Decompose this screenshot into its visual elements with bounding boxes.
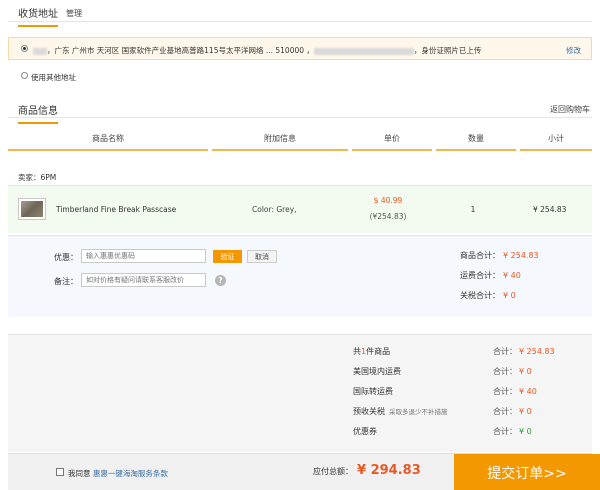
back-to-cart-link[interactable]: 返回购物车 xyxy=(550,104,590,115)
pay-total: 应付总额： ¥ 294.83 xyxy=(313,463,421,478)
prepaid-tax-label: 预收关税 采取多退少不补措施 xyxy=(353,407,448,416)
product-thumbnail[interactable] xyxy=(18,198,46,220)
order-footer: 我同意 惠惠一键海淘服务条款 应付总额： ¥ 294.83 提交订单>> xyxy=(8,453,600,490)
coupon-input[interactable] xyxy=(81,249,206,263)
redacted-name xyxy=(33,47,47,55)
tax-total-line: 关税合计： ¥ 0 xyxy=(460,291,516,300)
product-extra: Color: Grey, xyxy=(252,205,297,214)
col-extra-info: 附加信息 xyxy=(212,133,348,151)
col-quantity: 数量 xyxy=(436,133,516,151)
sum-prepaid-tax: 合计： ¥ 0 xyxy=(493,407,532,416)
sum-intl-shipping: 合计： ¥ 40 xyxy=(493,387,537,396)
address-title: 收货地址 xyxy=(18,5,58,27)
item-count: 共1件商品 xyxy=(353,347,391,356)
remark-label: 备注： xyxy=(54,277,78,286)
address-radio-selected[interactable] xyxy=(21,45,28,52)
product-name[interactable]: Timberland Fine Break Passcase xyxy=(56,205,176,214)
product-price-cny: (¥254.83) xyxy=(369,212,407,221)
product-quantity: 1 xyxy=(470,205,476,214)
selected-address[interactable]: ，广东 广州市 天河区 国家软件产业基地高普路115号太平洋网络 ... 510… xyxy=(8,37,592,60)
address-radio-other[interactable] xyxy=(21,72,28,79)
goods-total-line: 商品合计： ¥ 254.83 xyxy=(460,251,539,260)
other-address-label: 使用其他地址 xyxy=(31,73,76,82)
address-edit-link[interactable]: 修改 xyxy=(566,45,581,56)
verify-button[interactable]: 验证 xyxy=(213,250,242,263)
table-row: Timberland Fine Break Passcase Color: Gr… xyxy=(8,185,592,233)
col-goods-name: 商品名称 xyxy=(8,133,208,151)
seller-label: 卖家：6PM xyxy=(18,173,57,182)
agree-text: 我同意 惠惠一键海淘服务条款 xyxy=(68,469,168,478)
sum-us-shipping: 合计： ¥ 0 xyxy=(493,367,532,376)
help-icon[interactable]: ? xyxy=(215,275,226,286)
goods-table-header: 商品名称 附加信息 单价 数量 小计 xyxy=(8,133,592,151)
coupon-remark-panel: 优惠： 验证 取消 备注： ? 商品合计：¥ 254.83 运费合计：¥ 40 … xyxy=(8,235,592,317)
address-section-header: 收货地址 管理 xyxy=(8,0,592,27)
remark-input[interactable] xyxy=(81,273,206,287)
order-totals-panel: 共1件商品 合计： ¥ 254.83 美国境内运费 合计： ¥ 0 国际转运费 合计… xyxy=(8,334,592,452)
col-unit-price: 单价 xyxy=(352,133,432,151)
address-text: ，广东 广州市 天河区 国家软件产业基地高普路115号太平洋网络 ... 510… xyxy=(33,45,481,56)
redacted-phone xyxy=(313,47,414,55)
coupon-total-label: 优惠券 xyxy=(353,427,377,436)
product-subtotal: ¥ 254.83 xyxy=(533,205,567,214)
address-manage-link[interactable]: 管理 xyxy=(66,8,82,19)
product-price-usd: $ 40.99 xyxy=(373,196,403,205)
shipping-total-line: 运费合计： ¥ 40 xyxy=(460,271,521,280)
goods-section-header: 商品信息 返回购物车 xyxy=(8,96,592,124)
sum-coupon: 合计： ¥ 0 xyxy=(493,427,532,436)
col-subtotal: 小计 xyxy=(520,133,592,151)
submit-order-button[interactable]: 提交订单>> xyxy=(454,454,600,490)
us-shipping-label: 美国境内运费 xyxy=(353,367,401,376)
terms-link[interactable]: 惠惠一键海淘服务条款 xyxy=(93,469,168,478)
agree-checkbox[interactable] xyxy=(56,468,64,476)
sum-goods: 合计： ¥ 254.83 xyxy=(493,347,555,356)
coupon-label: 优惠： xyxy=(54,253,78,262)
goods-title: 商品信息 xyxy=(18,102,58,124)
intl-shipping-label: 国际转运费 xyxy=(353,387,393,396)
other-address-option[interactable]: 使用其他地址 xyxy=(21,72,76,83)
cancel-button[interactable]: 取消 xyxy=(247,250,277,263)
